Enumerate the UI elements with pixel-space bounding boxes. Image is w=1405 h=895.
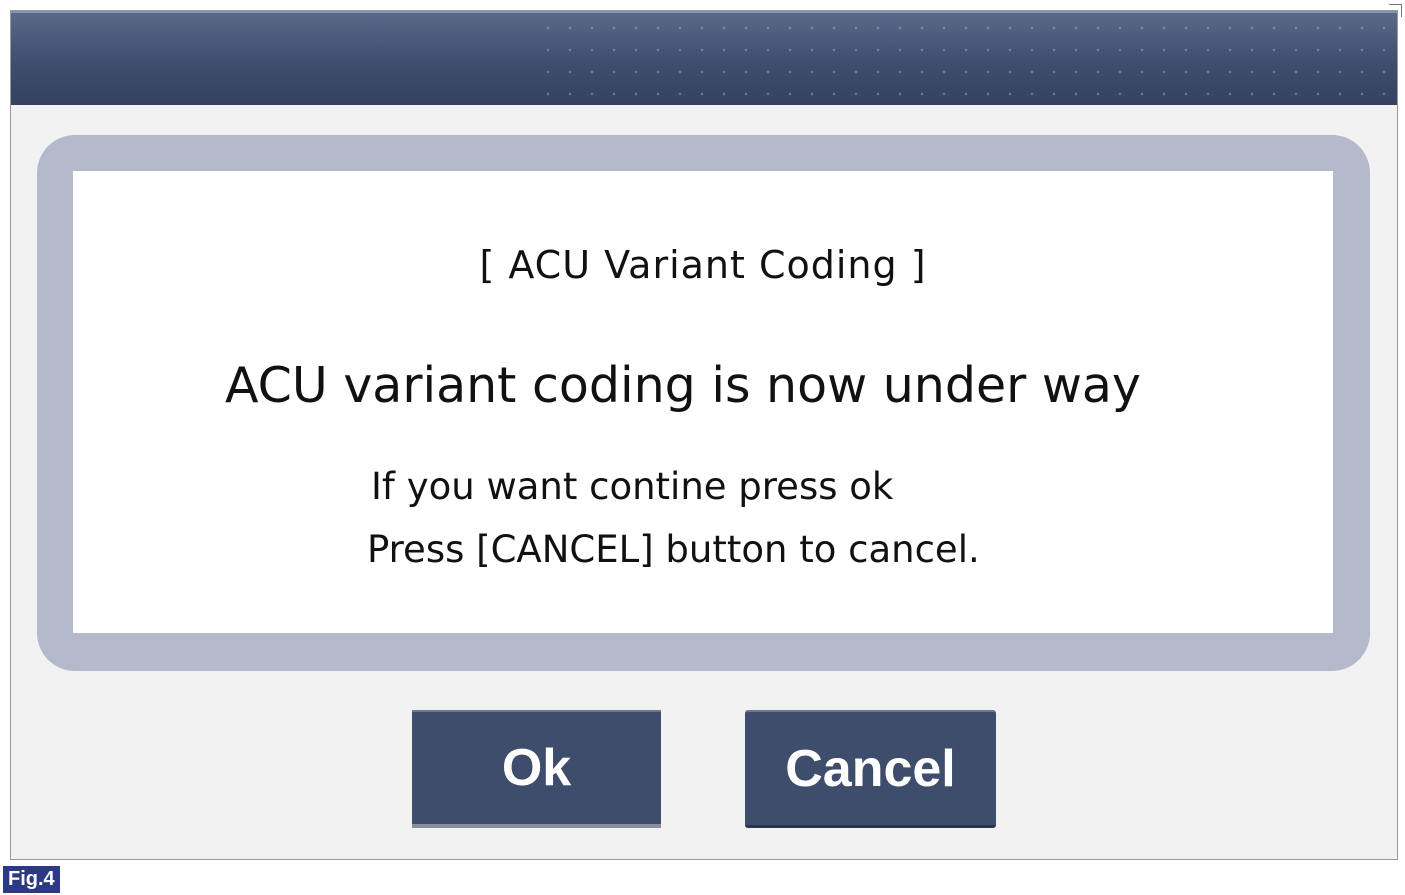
status-message: ACU variant coding is now under way <box>225 357 1141 414</box>
dialog-title-bar <box>11 11 1397 105</box>
figure-page: [ ACU Variant Coding ] ACU variant codin… <box>0 0 1405 895</box>
message-body: [ ACU Variant Coding ] ACU variant codin… <box>73 171 1333 633</box>
instruction-continue: If you want contine press ok <box>371 465 894 508</box>
ok-button[interactable]: Ok <box>412 710 661 828</box>
figure-label: Fig.4 <box>3 866 60 893</box>
instruction-cancel: Press [CANCEL] button to cancel. <box>367 528 980 571</box>
acu-coding-dialog: [ ACU Variant Coding ] ACU variant codin… <box>10 10 1398 860</box>
dialog-heading: [ ACU Variant Coding ] <box>479 243 927 287</box>
title-bar-dot-pattern <box>531 11 1397 105</box>
cancel-button[interactable]: Cancel <box>745 710 996 828</box>
message-panel: [ ACU Variant Coding ] ACU variant codin… <box>37 135 1370 671</box>
